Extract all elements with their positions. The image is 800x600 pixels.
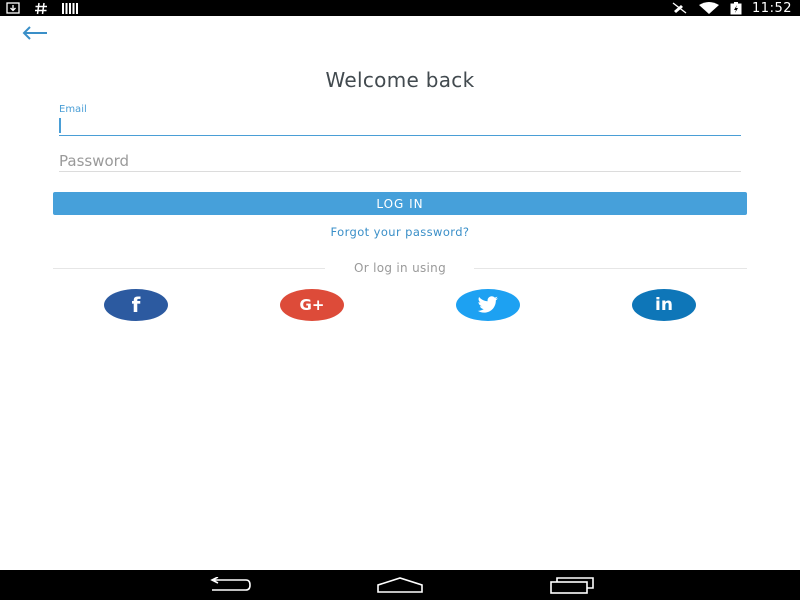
barcode-icon xyxy=(62,0,78,16)
status-bar-left xyxy=(6,0,78,16)
nav-bar xyxy=(0,570,800,600)
nav-home-icon xyxy=(376,577,424,593)
hash-icon xyxy=(34,0,48,16)
mute-icon xyxy=(672,0,688,16)
social-divider-label: Or log in using xyxy=(354,261,446,275)
nav-recents-icon xyxy=(549,576,595,594)
wifi-icon xyxy=(698,0,720,16)
facebook-icon: f xyxy=(131,293,141,317)
twitter-icon xyxy=(477,296,499,314)
password-field[interactable] xyxy=(59,150,741,172)
page-title: Welcome back xyxy=(325,68,475,92)
arrow-left-icon xyxy=(22,26,48,40)
linkedin-icon: in xyxy=(655,295,673,315)
email-label: Email xyxy=(59,104,87,115)
nav-recents-button[interactable] xyxy=(548,575,596,595)
facebook-button[interactable]: f xyxy=(104,289,168,321)
email-field[interactable] xyxy=(59,116,741,136)
login-button[interactable]: LOG IN xyxy=(53,192,747,215)
status-bar-right: 11:52 xyxy=(672,0,792,16)
back-button[interactable] xyxy=(22,22,52,44)
google-plus-button[interactable]: G+ xyxy=(280,289,344,321)
battery-charging-icon xyxy=(730,0,742,16)
text-cursor xyxy=(59,118,61,133)
linkedin-button[interactable]: in xyxy=(632,289,696,321)
twitter-button[interactable] xyxy=(456,289,520,321)
forgot-password-link[interactable]: Forgot your password? xyxy=(0,225,800,239)
download-icon xyxy=(6,0,20,16)
status-time: 11:52 xyxy=(752,0,792,16)
nav-home-button[interactable] xyxy=(376,575,424,595)
status-bar: 11:52 xyxy=(0,0,800,16)
nav-back-icon xyxy=(206,577,252,593)
google-plus-icon: G+ xyxy=(299,296,325,314)
nav-back-button[interactable] xyxy=(205,575,253,595)
